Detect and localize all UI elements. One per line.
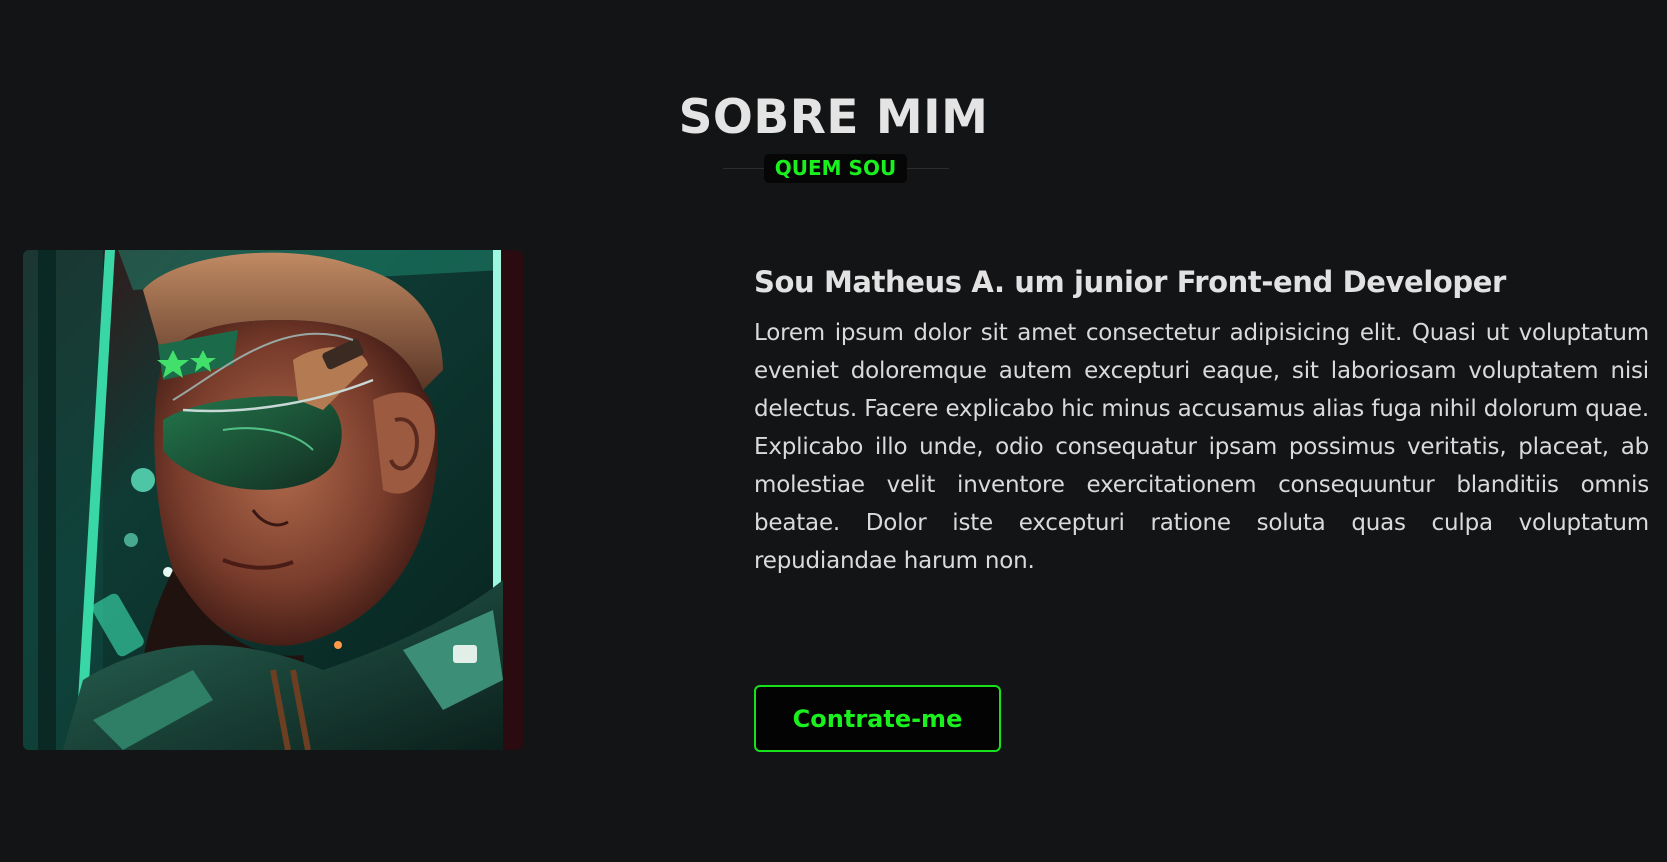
about-bio: Lorem ipsum dolor sit amet consectetur a… [754,320,1649,574]
section-title: SOBRE MIM [678,90,989,145]
about-headline: Sou Matheus A. um junior Front-end Devel… [754,265,1506,299]
profile-portrait [23,250,523,750]
hire-me-button[interactable]: Contrate-me [754,685,1001,752]
about-content: Sou Matheus A. um junior Front-end Devel… [754,262,1649,580]
portrait-illustration [23,250,523,750]
section-header: SOBRE MIM QUEM SOU [0,88,1667,183]
subtitle-wrap: QUEM SOU [723,152,949,183]
section-subtitle: QUEM SOU [764,154,907,183]
